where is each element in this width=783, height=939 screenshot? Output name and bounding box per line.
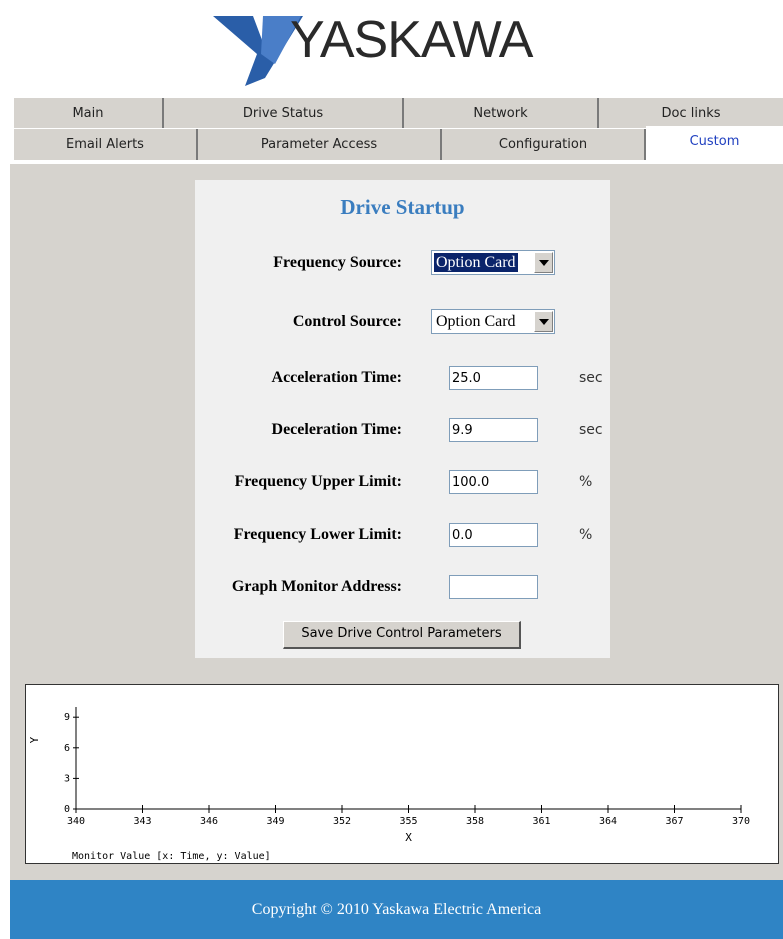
x-tick-label: 343: [133, 816, 151, 827]
tab-network[interactable]: Network: [404, 98, 599, 129]
x-tick-label: 349: [266, 816, 284, 827]
y-tick-label: 6: [64, 743, 70, 754]
save-drive-control-parameters-button[interactable]: Save Drive Control Parameters: [283, 621, 521, 649]
deceleration-time-input[interactable]: 9.9: [449, 418, 538, 442]
control-source-value: Option Card: [436, 313, 516, 330]
frequency-lower-limit-unit: %: [579, 527, 593, 543]
x-tick-label: 370: [732, 816, 750, 827]
x-axis-label: X: [405, 831, 412, 844]
x-tick-label: 340: [67, 816, 85, 827]
x-tick-label: 346: [200, 816, 218, 827]
frequency-upper-limit-input[interactable]: 100.0: [449, 470, 538, 494]
tab-email-alerts[interactable]: Email Alerts: [14, 129, 198, 160]
x-tick-label: 367: [665, 816, 683, 827]
control-source-select[interactable]: Option Card: [431, 309, 555, 334]
deceleration-time-label: Deceleration Time:: [271, 421, 402, 438]
chevron-down-icon[interactable]: [534, 252, 553, 273]
tab-doc-links[interactable]: Doc links: [599, 98, 783, 129]
frequency-source-select[interactable]: Option Card: [431, 250, 555, 275]
graph-monitor-address-label: Graph Monitor Address:: [231, 578, 402, 595]
y-tick-label: 0: [64, 804, 70, 815]
acceleration-time-label: Acceleration Time:: [271, 369, 402, 386]
frequency-upper-limit-unit: %: [579, 474, 593, 490]
acceleration-time-input[interactable]: 25.0: [449, 366, 538, 390]
monitor-chart-svg: 340 343 346 349 352 355 358 361 364 367 370 0 3 6 9 X Y M…: [28, 707, 750, 862]
copyright-text: Copyright © 2010 Yaskawa Electric Americ…: [251, 901, 542, 918]
x-tick-label: 358: [466, 816, 484, 827]
y-axis-label: Y: [28, 736, 41, 743]
tab-parameter-access[interactable]: Parameter Access: [198, 129, 442, 160]
monitor-chart: 340 343 346 349 352 355 358 361 364 367 370 0 3 6 9 X Y M…: [25, 684, 779, 864]
tab-custom[interactable]: Custom: [646, 126, 783, 162]
graph-monitor-address-input[interactable]: [449, 575, 538, 599]
frequency-lower-limit-input[interactable]: 0.0: [449, 523, 538, 547]
x-tick-label: 352: [333, 816, 351, 827]
frequency-source-label: Frequency Source:: [273, 254, 402, 271]
frequency-lower-limit-label: Frequency Lower Limit:: [233, 526, 402, 543]
x-tick-label: 355: [399, 816, 417, 827]
y-tick-label: 9: [64, 712, 70, 723]
acceleration-time-unit: sec: [579, 370, 603, 386]
chevron-down-icon[interactable]: [534, 311, 553, 332]
panel-title: Drive Startup: [340, 195, 465, 219]
tab-main[interactable]: Main: [14, 98, 164, 129]
chart-caption: Monitor Value [x: Time, y: Value]: [72, 851, 271, 862]
tab-configuration[interactable]: Configuration: [442, 129, 646, 160]
frequency-source-value: Option Card: [433, 252, 519, 273]
tab-drive-status[interactable]: Drive Status: [164, 98, 404, 129]
x-tick-label: 361: [532, 816, 550, 827]
brand-name: YASKAWA: [290, 11, 533, 69]
footer: Copyright © 2010 Yaskawa Electric Americ…: [10, 880, 783, 939]
deceleration-time-unit: sec: [579, 422, 603, 438]
y-tick-label: 3: [64, 773, 70, 784]
x-tick-label: 364: [599, 816, 617, 827]
frequency-upper-limit-label: Frequency Upper Limit:: [234, 473, 402, 490]
control-source-label: Control Source:: [292, 313, 402, 330]
tab-row-2: Email Alerts Parameter Access Configurat…: [14, 126, 783, 162]
